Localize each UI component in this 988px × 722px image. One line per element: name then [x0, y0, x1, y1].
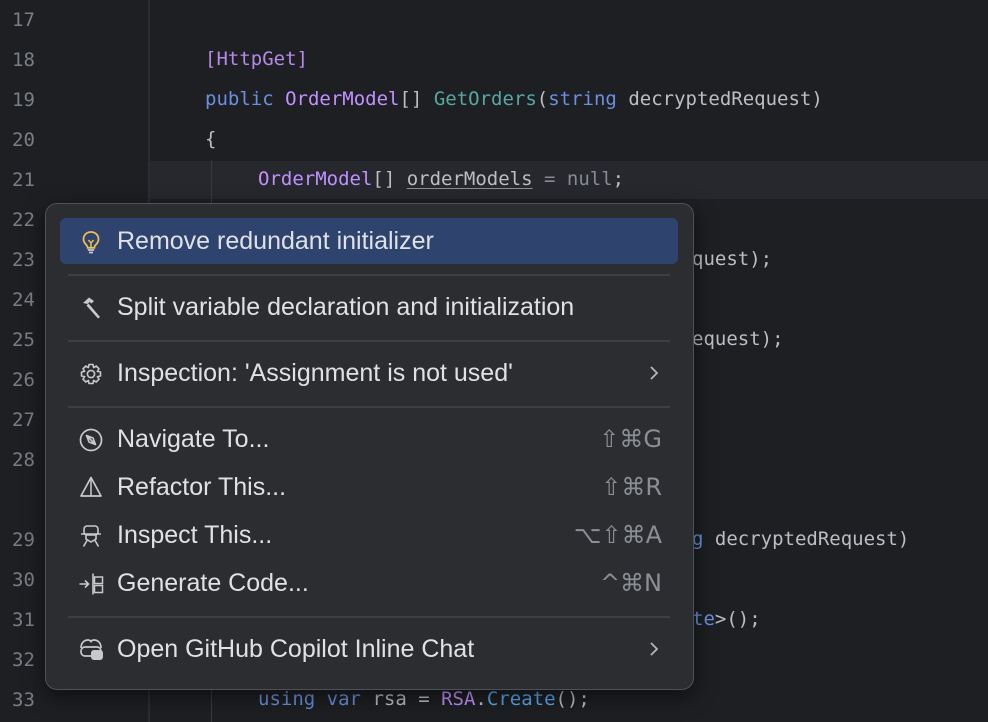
code-fragment: >();	[714, 608, 761, 630]
type-token: te	[692, 608, 715, 630]
type-token: RSA	[441, 688, 476, 710]
code-line-20: {	[205, 128, 216, 150]
punctuation-token: )	[811, 88, 823, 110]
generate-icon	[79, 573, 104, 595]
inspect-icon	[81, 525, 101, 547]
punctuation-token: ();	[555, 688, 590, 710]
menu-item-label: Navigate To...	[117, 425, 270, 453]
operator-token: =	[406, 688, 442, 710]
compass-icon	[79, 428, 103, 452]
menu-item-label: Refactor This...	[117, 473, 287, 501]
menu-separator	[68, 340, 670, 342]
menu-item-label: Remove redundant initializer	[117, 227, 434, 255]
chevron-right-icon	[650, 642, 659, 656]
line-number: 21	[12, 169, 35, 191]
line-number: 33	[12, 689, 35, 711]
gear-icon	[80, 363, 102, 385]
menu-item-label: Inspection: 'Assignment is not used'	[117, 359, 513, 387]
open-copilot-inline-chat-item[interactable]: Open GitHub Copilot Inline Chat	[60, 626, 678, 672]
generate-code-item[interactable]: Generate Code... ^⌘N	[60, 560, 678, 606]
null-token: null	[566, 168, 613, 190]
parameter-token: decryptedRequest	[628, 88, 812, 110]
code-line-31-tail: te>();	[692, 608, 761, 630]
parameter-token: decryptedRequest)	[714, 528, 910, 550]
line-number: 19	[12, 89, 35, 111]
variable-token: orderModels	[406, 168, 533, 190]
copilot-icon	[80, 639, 103, 660]
code-line-33: using var rsa = RSA.Create();	[258, 688, 590, 710]
shortcut-label: ^⌘N	[599, 569, 662, 597]
navigate-to-item[interactable]: Navigate To... ⇧⌘G	[60, 416, 678, 462]
code-line-25-tail: equest);	[692, 328, 784, 350]
remove-redundant-initializer-item[interactable]: Remove redundant initializer	[60, 218, 678, 264]
method-name-token: Create	[486, 688, 556, 710]
brace-token: {	[205, 128, 217, 150]
punctuation-token: ;	[612, 168, 625, 190]
type-token: OrderModel	[258, 168, 373, 190]
line-number: 18	[12, 49, 35, 71]
split-variable-declaration-item[interactable]: Split variable declaration and initializ…	[60, 284, 678, 330]
menu-item-label: Inspect This...	[117, 521, 273, 549]
punctuation-token: (	[536, 88, 549, 110]
menu-separator	[68, 616, 670, 618]
code-line-19: public OrderModel[] GetOrders(string dec…	[205, 88, 823, 110]
variable-token: rsa	[372, 688, 407, 710]
menu-separator	[68, 406, 670, 408]
code-line-29-tail: g decryptedRequest)	[692, 528, 909, 550]
punctuation-token: []	[399, 88, 423, 110]
code-line-18: [HttpGet]	[205, 48, 308, 70]
chevron-right-icon	[650, 366, 659, 380]
attribute-token: [HttpGet]	[205, 48, 308, 70]
code-fragment: quest);	[692, 248, 773, 270]
lightbulb-icon	[82, 231, 100, 254]
keyword-token: public	[205, 88, 274, 110]
punctuation-token: []	[372, 168, 396, 190]
punctuation-token: .	[475, 688, 487, 710]
line-number: 17	[12, 9, 35, 31]
menu-item-label: Split variable declaration and initializ…	[117, 293, 575, 321]
menu-separator	[68, 274, 670, 276]
menu-item-label: Generate Code...	[117, 569, 309, 597]
code-line-23-tail: quest);	[692, 248, 772, 270]
shortcut-label: ⇧⌘G	[599, 425, 662, 453]
inspect-this-item[interactable]: Inspect This... ⌥⇧⌘A	[60, 512, 678, 558]
inspection-assignment-not-used-item[interactable]: Inspection: 'Assignment is not used'	[60, 350, 678, 396]
intention-actions-popup: Remove redundant initializer Split varia…	[45, 203, 694, 690]
menu-item-label: Open GitHub Copilot Inline Chat	[117, 635, 475, 663]
keyword-token: string	[548, 88, 617, 110]
operator-token: =	[532, 168, 567, 190]
line-number: 20	[12, 129, 35, 151]
keyword-token: using	[258, 688, 316, 710]
keyword-token: var	[326, 688, 361, 710]
method-name-token: GetOrders	[433, 88, 537, 110]
code-line-21: OrderModel[] orderModels = null;	[258, 168, 624, 190]
refactor-icon	[80, 476, 102, 497]
type-token: OrderModel	[285, 88, 400, 110]
code-fragment: equest);	[692, 328, 784, 350]
refactor-this-item[interactable]: Refactor This... ⇧⌘R	[60, 464, 678, 510]
hammer-icon	[83, 297, 100, 319]
shortcut-label: ⌥⇧⌘A	[573, 521, 662, 549]
shortcut-label: ⇧⌘R	[601, 473, 662, 501]
